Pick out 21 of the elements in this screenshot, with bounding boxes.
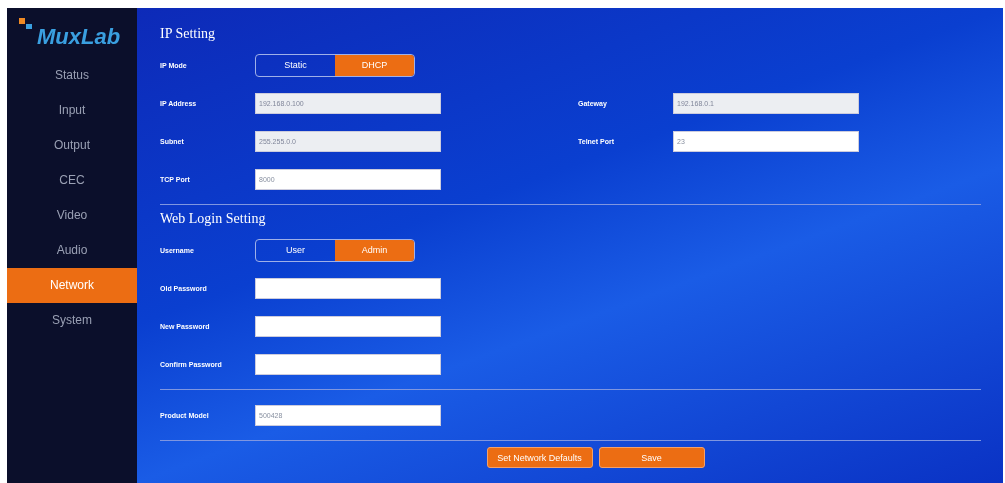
user-option[interactable]: Admin (335, 239, 414, 261)
password-field[interactable] (255, 353, 441, 375)
sidebar-item[interactable]: Audio (7, 233, 137, 268)
section-title: Web Login Setting (160, 211, 267, 227)
section-title: IP Setting (160, 26, 217, 42)
mode-option[interactable]: DHCP (335, 54, 414, 76)
sidebar-item[interactable]: Status (7, 58, 137, 93)
sidebar-item[interactable]: Video (7, 198, 137, 233)
action-button[interactable]: Set Network Defaults (486, 447, 593, 468)
action-button[interactable]: Save (598, 447, 705, 468)
mode-option[interactable]: Static (256, 54, 335, 76)
sidebar-item[interactable]: System (7, 303, 137, 338)
sidebar-item[interactable]: Input (7, 93, 137, 128)
sidebar-item[interactable]: CEC (7, 163, 137, 198)
sidebar-item[interactable]: Network (7, 268, 137, 303)
user-option[interactable]: User (256, 239, 335, 261)
password-field[interactable] (255, 277, 441, 299)
logo-icon (19, 18, 35, 32)
logo-text: MuxLab (37, 24, 121, 50)
password-field[interactable] (255, 315, 441, 337)
sidebar-item[interactable]: Output (7, 128, 137, 163)
